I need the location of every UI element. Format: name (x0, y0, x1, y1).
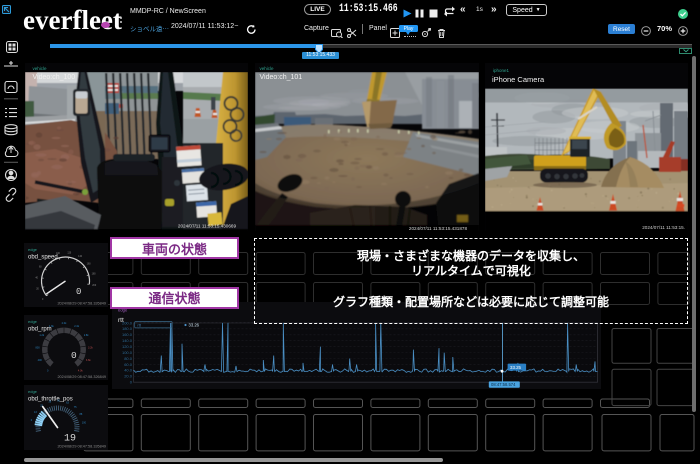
svg-text:100: 100 (82, 421, 87, 424)
svg-text:800: 800 (36, 346, 41, 349)
svg-text:3.2k: 3.2k (88, 346, 93, 349)
svg-text:4.0k: 4.0k (78, 369, 83, 372)
svg-text:2024/07/11 11:53:15.: 2024/07/11 11:53:15. (642, 225, 685, 230)
svg-text:edge: edge (28, 389, 38, 394)
svg-text:60: 60 (39, 267, 42, 269)
svg-text:200.0: 200.0 (121, 320, 132, 325)
svg-text:rtt: rtt (137, 323, 140, 327)
svg-text:edge: edge (28, 319, 38, 324)
svg-text:2024/08/29 08:47:58.326849: 2024/08/29 08:47:58.326849 (57, 302, 106, 306)
svg-text:20.0: 20.0 (124, 374, 133, 379)
svg-text:88: 88 (80, 413, 83, 416)
svg-text:1.2k: 1.2k (39, 334, 44, 337)
svg-text:200: 200 (92, 285, 97, 287)
svg-text:20: 20 (36, 289, 39, 291)
svg-text:vehicle: vehicle (32, 66, 47, 71)
svg-text:0: 0 (47, 369, 49, 372)
svg-text:40: 40 (35, 277, 38, 279)
svg-text:33.25: 33.25 (510, 365, 522, 370)
svg-text:vehicle: vehicle (259, 66, 274, 71)
svg-text:40.0: 40.0 (124, 368, 133, 373)
svg-text:iPhone Camera: iPhone Camera (492, 75, 545, 84)
svg-text:2024/08/29 08:47:58.326849: 2024/08/29 08:47:58.326849 (57, 445, 106, 449)
svg-text:33.26: 33.26 (188, 323, 199, 328)
svg-text:60.0: 60.0 (124, 362, 133, 367)
svg-text:100: 100 (56, 253, 61, 255)
svg-text:140: 140 (78, 256, 83, 258)
svg-text:140.0: 140.0 (121, 338, 132, 343)
svg-text:1.6k: 1.6k (49, 325, 54, 328)
svg-text:0: 0 (71, 350, 77, 361)
svg-text:180: 180 (92, 274, 97, 276)
svg-text:13: 13 (34, 411, 37, 414)
svg-text:75: 75 (74, 406, 77, 409)
svg-text:2024/08/29 08:47:58.326849: 2024/08/29 08:47:58.326849 (57, 375, 106, 379)
svg-text:400: 400 (38, 359, 43, 362)
svg-text:2.0k: 2.0k (62, 322, 67, 325)
svg-text:0: 0 (129, 380, 132, 385)
svg-text:100.0: 100.0 (121, 350, 132, 355)
svg-text:iphone1: iphone1 (493, 68, 510, 73)
svg-text:Video:ch_101: Video:ch_101 (259, 74, 302, 81)
svg-text:80.0: 80.0 (124, 356, 133, 361)
svg-text:Video:ch_100: Video:ch_100 (32, 74, 75, 81)
svg-text:edge: edge (28, 247, 38, 252)
svg-text:180.0: 180.0 (121, 326, 132, 331)
svg-text:2.4k: 2.4k (74, 325, 79, 328)
svg-text:120.0: 120.0 (121, 344, 132, 349)
svg-text:2024/07/11 11:53:15.430669: 2024/07/11 11:53:15.430669 (177, 223, 236, 228)
svg-text:2.8k: 2.8k (84, 334, 89, 337)
svg-text:120: 120 (67, 252, 72, 254)
svg-text:0: 0 (31, 419, 33, 422)
svg-text:160.0: 160.0 (121, 332, 132, 337)
svg-text:08:47:58.574: 08:47:58.574 (491, 382, 516, 387)
svg-text:3.6k: 3.6k (86, 359, 91, 362)
svg-text:2024/07/11 11:53:15.431878: 2024/07/11 11:53:15.431878 (408, 226, 467, 231)
svg-text:0: 0 (42, 299, 44, 301)
svg-text:0: 0 (76, 287, 81, 297)
svg-text:19: 19 (64, 434, 76, 445)
svg-text:160: 160 (87, 264, 92, 266)
